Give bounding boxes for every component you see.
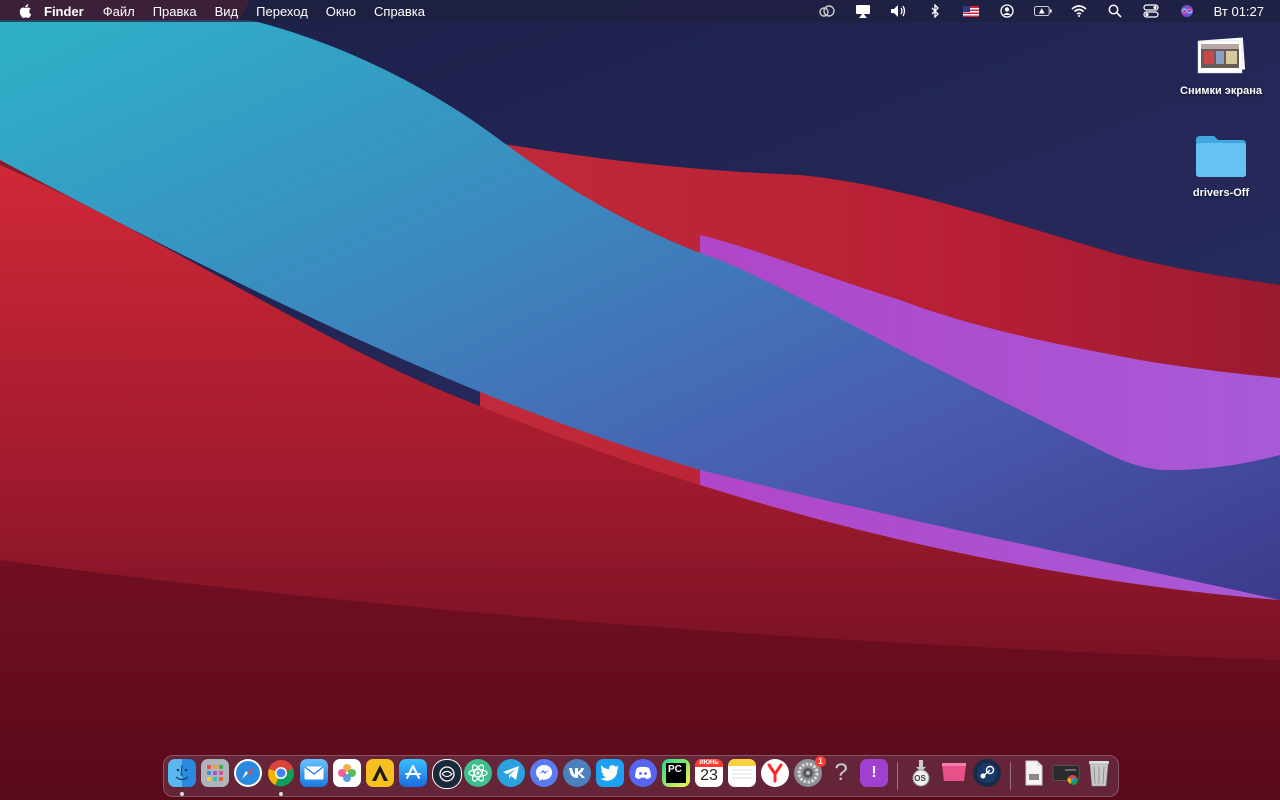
pycharm-label: PC [666,763,686,783]
bluetooth-icon[interactable] [926,3,944,19]
dock-telegram-icon[interactable] [497,759,525,787]
menu-file[interactable]: Файл [103,4,135,19]
dock-discord-icon[interactable] [629,759,657,787]
dock-cleanmymac-icon[interactable] [940,759,968,787]
battery-icon[interactable] [1033,3,1052,19]
dock-proxyman-icon[interactable] [432,759,462,789]
installer-label: OS [914,774,926,783]
app-name-menu[interactable]: Finder [44,4,84,19]
menu-bar: Finder Файл Правка Вид Переход Окно Спра… [0,0,1280,22]
user-icon[interactable] [998,3,1016,19]
dock-macos-installer-icon[interactable]: OS [907,759,935,787]
dock-help-icon[interactable]: ? [827,759,855,787]
dock-chrome-icon[interactable] [267,759,295,787]
help-glyph: ? [834,759,848,786]
control-center-icon[interactable] [1142,3,1160,19]
dock-atom-icon[interactable] [464,759,492,787]
menu-help[interactable]: Справка [374,4,425,19]
notification-badge: 1 [815,756,826,767]
dock-messenger-icon[interactable] [530,759,558,787]
creative-cloud-icon[interactable] [818,3,836,19]
dock-vk-icon[interactable] [563,759,591,787]
feedback-glyph: ! [871,764,877,781]
running-indicator [180,792,184,796]
calendar-month: ИЮНЬ [695,759,723,767]
folder-icon [1171,132,1271,181]
dock-separator [1010,762,1011,790]
dock: PC ИЮНЬ 23 1 ? ! OS [163,755,1119,797]
desktop-item-label: drivers-Off [1192,187,1250,199]
dock-system-preferences-icon[interactable]: 1 [794,756,826,787]
apple-menu-icon[interactable] [18,3,32,19]
wifi-icon[interactable] [1070,3,1088,19]
menu-edit[interactable]: Правка [153,4,197,19]
screenshot-stack-icon [1171,36,1271,79]
menu-go[interactable]: Переход [256,4,308,19]
calendar-day: 23 [700,767,718,784]
desktop-wallpaper [0,0,1280,800]
dock-launchpad-icon[interactable] [201,759,229,787]
desktop-item-screenshots[interactable]: Снимки экрана [1171,36,1271,97]
dock-app-store-icon[interactable] [399,759,427,787]
dock-notes-icon[interactable] [728,759,756,787]
dock-feedback-icon[interactable]: ! [860,759,888,787]
search-icon[interactable] [1106,3,1124,19]
dock-yandex-browser-icon[interactable] [761,759,789,787]
menu-window[interactable]: Окно [326,4,356,19]
dock-pycharm-icon[interactable]: PC [662,759,690,787]
dock-chrome-apps-stack-icon[interactable] [1052,759,1080,787]
dock-finder-icon[interactable] [168,759,196,787]
us-flag-icon[interactable] [962,3,980,19]
running-indicator [279,792,283,796]
dock-mail-icon[interactable] [300,759,328,787]
desktop-item-drivers-off[interactable]: drivers-Off [1171,132,1271,199]
dock-calendar-icon[interactable]: ИЮНЬ 23 [695,759,723,787]
menu-bar-clock[interactable]: Вт 01:27 [1214,4,1264,19]
dock-photos-icon[interactable] [333,759,361,787]
dock-trash-icon[interactable] [1085,759,1113,787]
siri-icon[interactable] [1178,3,1196,19]
dock-separator [897,762,898,790]
dock-twitter-icon[interactable] [596,759,624,787]
dock-steam-icon[interactable] [973,759,1001,787]
dock-downloads-stack-icon[interactable] [1020,759,1048,787]
dock-safari-icon[interactable] [234,759,262,787]
desktop-item-label: Снимки экрана [1180,85,1262,97]
dock-artstudio-icon[interactable] [366,759,394,787]
airplay-icon[interactable] [854,3,872,19]
volume-icon[interactable] [890,3,908,19]
menu-view[interactable]: Вид [215,4,239,19]
